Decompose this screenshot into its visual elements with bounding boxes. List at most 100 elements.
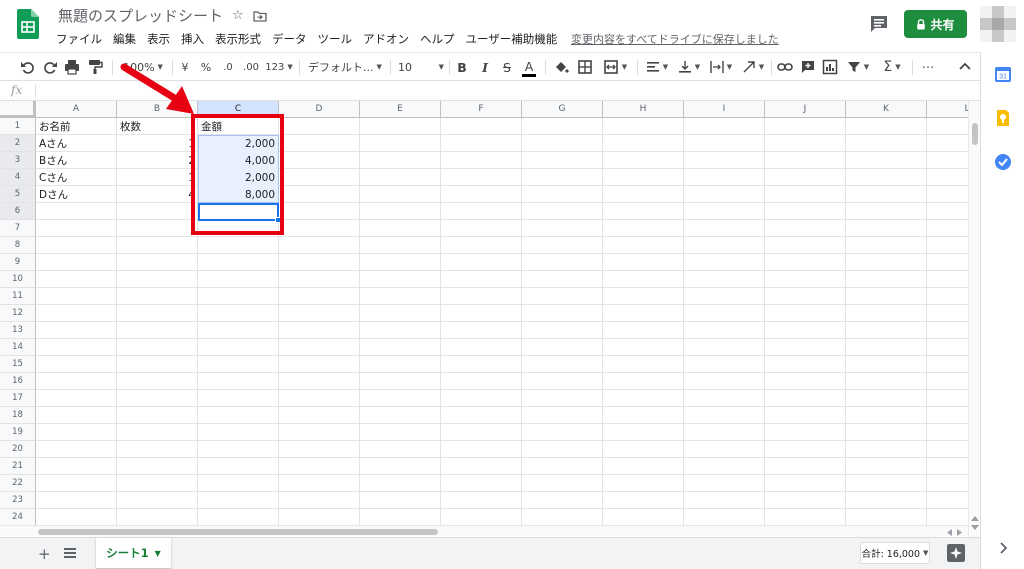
italic-button[interactable]: I: [478, 58, 492, 76]
horizontal-scrollbar[interactable]: [0, 525, 968, 537]
cell-b4[interactable]: 1: [117, 169, 198, 186]
text-color-button[interactable]: A: [522, 58, 536, 77]
row-header-2[interactable]: 2: [0, 135, 36, 152]
insert-link-icon[interactable]: [777, 58, 793, 76]
row-header-11[interactable]: 11: [0, 288, 36, 305]
print-icon[interactable]: [64, 58, 80, 76]
row-header-12[interactable]: 12: [0, 305, 36, 322]
row-header-21[interactable]: 21: [0, 458, 36, 475]
collapse-chevron-up-icon[interactable]: [957, 58, 973, 76]
increase-decimal-button[interactable]: .00: [242, 58, 260, 76]
vertical-align-button[interactable]: ▼: [676, 58, 702, 76]
horizontal-scroll-thumb[interactable]: [38, 529, 438, 535]
sum-summary-select[interactable]: 合計: 16,000 ▼: [860, 542, 930, 564]
merge-cells-button[interactable]: ▼: [600, 58, 630, 76]
menu-insert[interactable]: 挿入: [181, 31, 204, 47]
share-button[interactable]: 共有: [904, 10, 967, 38]
decrease-decimal-button[interactable]: .0: [220, 58, 236, 76]
row-header-4[interactable]: 4: [0, 169, 36, 186]
font-size-select[interactable]: 10 ▼: [398, 58, 444, 76]
row-header-14[interactable]: 14: [0, 339, 36, 356]
more-options-button[interactable]: ⋯: [919, 58, 937, 76]
row-header-8[interactable]: 8: [0, 237, 36, 254]
vertical-scroll-thumb[interactable]: [972, 123, 978, 145]
menu-accessibility[interactable]: ユーザー補助機能: [466, 31, 558, 47]
column-header-l[interactable]: L: [927, 101, 968, 118]
scroll-down-arrow-icon[interactable]: [971, 525, 979, 531]
column-header-a[interactable]: A: [36, 101, 117, 118]
scroll-left-arrow-icon[interactable]: [946, 529, 952, 536]
filter-button[interactable]: ▼: [845, 58, 871, 76]
column-header-f[interactable]: F: [441, 101, 522, 118]
text-wrap-button[interactable]: ▼: [708, 58, 734, 76]
explore-icon[interactable]: [947, 544, 965, 562]
cell-b3[interactable]: 2: [117, 152, 198, 169]
menu-format[interactable]: 表示形式: [215, 31, 261, 47]
sheet-tab-active[interactable]: シート1 ▼: [96, 538, 171, 568]
expand-panel-chevron-icon[interactable]: [994, 539, 1012, 557]
cell-b1[interactable]: 枚数: [117, 118, 198, 135]
functions-button[interactable]: Σ ▼: [879, 58, 905, 76]
column-header-d[interactable]: D: [279, 101, 360, 118]
row-header-15[interactable]: 15: [0, 356, 36, 373]
more-formats-button[interactable]: 123 ▼: [265, 58, 293, 76]
add-sheet-button[interactable]: +: [38, 545, 51, 563]
scroll-right-arrow-icon[interactable]: [957, 529, 963, 536]
column-header-e[interactable]: E: [360, 101, 441, 118]
horizontal-align-button[interactable]: ▼: [644, 58, 670, 76]
column-header-k[interactable]: K: [846, 101, 927, 118]
comment-history-icon[interactable]: [868, 13, 890, 35]
redo-icon[interactable]: [42, 58, 58, 76]
row-header-6[interactable]: 6: [0, 203, 36, 220]
row-header-5[interactable]: 5: [0, 186, 36, 203]
undo-icon[interactable]: [20, 58, 36, 76]
tasks-icon[interactable]: [994, 153, 1012, 171]
document-title[interactable]: 無題のスプレッドシート: [58, 5, 223, 26]
row-header-3[interactable]: 3: [0, 152, 36, 169]
menu-addons[interactable]: アドオン: [363, 31, 409, 47]
column-header-h[interactable]: H: [603, 101, 684, 118]
fill-color-icon[interactable]: [553, 58, 569, 76]
column-header-j[interactable]: J: [765, 101, 846, 118]
row-header-22[interactable]: 22: [0, 475, 36, 492]
column-header-g[interactable]: G: [522, 101, 603, 118]
insert-comment-icon[interactable]: [800, 58, 816, 76]
select-all-corner[interactable]: [0, 101, 36, 118]
strikethrough-button[interactable]: S: [500, 58, 514, 76]
cell-a2[interactable]: Aさん: [36, 135, 116, 152]
cell-a5[interactable]: Dさん: [36, 186, 116, 203]
row-header-9[interactable]: 9: [0, 254, 36, 271]
all-sheets-list-icon[interactable]: [63, 546, 77, 560]
account-avatar[interactable]: [980, 6, 1016, 42]
keep-icon[interactable]: [994, 109, 1012, 127]
menu-file[interactable]: ファイル: [56, 31, 102, 47]
sheets-logo-icon[interactable]: [17, 9, 39, 39]
calendar-icon[interactable]: 31: [994, 65, 1012, 83]
row-header-17[interactable]: 17: [0, 390, 36, 407]
spreadsheet-grid[interactable]: A B C D E F G H I J K L 1 2 3 4 5 6 7 8 9 10 11 12 13 14 15 16 17 18 1…: [0, 101, 968, 525]
move-folder-icon[interactable]: [253, 10, 267, 22]
cell-a3[interactable]: Bさん: [36, 152, 116, 169]
menu-view[interactable]: 表示: [147, 31, 170, 47]
borders-icon[interactable]: [577, 58, 593, 76]
row-header-13[interactable]: 13: [0, 322, 36, 339]
cell-b2[interactable]: 1: [117, 135, 198, 152]
row-header-16[interactable]: 16: [0, 373, 36, 390]
menu-edit[interactable]: 編集: [113, 31, 136, 47]
row-header-18[interactable]: 18: [0, 407, 36, 424]
text-rotation-button[interactable]: ▼: [740, 58, 766, 76]
row-header-24[interactable]: 24: [0, 509, 36, 525]
row-header-19[interactable]: 19: [0, 424, 36, 441]
vertical-scrollbar[interactable]: [968, 101, 980, 537]
row-header-1[interactable]: 1: [0, 118, 36, 135]
menu-data[interactable]: データ: [272, 31, 307, 47]
column-header-i[interactable]: I: [684, 101, 765, 118]
row-header-7[interactable]: 7: [0, 220, 36, 237]
star-icon[interactable]: ☆: [232, 8, 244, 23]
row-header-20[interactable]: 20: [0, 441, 36, 458]
cell-a4[interactable]: Cさん: [36, 169, 116, 186]
paint-format-icon[interactable]: [87, 58, 103, 76]
menu-tools[interactable]: ツール: [318, 31, 353, 47]
insert-chart-icon[interactable]: [822, 58, 838, 76]
row-header-10[interactable]: 10: [0, 271, 36, 288]
